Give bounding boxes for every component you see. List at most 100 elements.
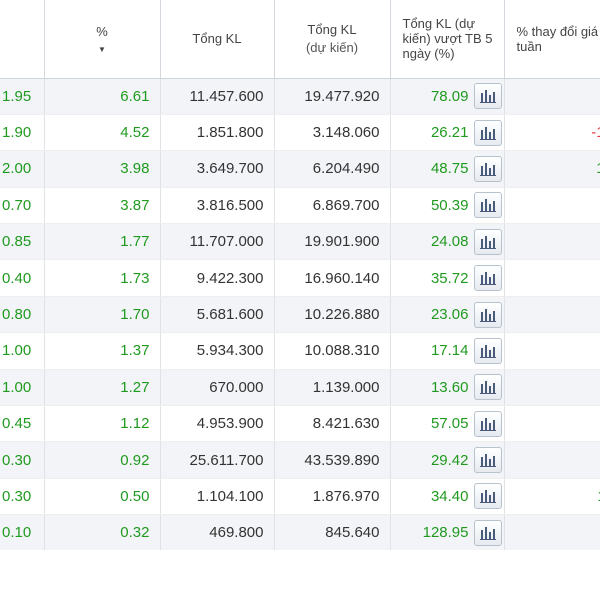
vs-avg-value: 29.42 (430, 451, 469, 469)
header-week-change[interactable]: % thay đổi giá 1 tuần (504, 0, 600, 79)
volume-cell: 11.457.600 (160, 78, 275, 115)
est-volume-cell: 19.901.900 (274, 223, 391, 261)
table-row[interactable]: 0.100.32469.800845.640 128.95 1.6 (0, 514, 600, 550)
est-volume-cell: 10.088.310 (274, 332, 391, 370)
vs-avg-cell: 57.05 (390, 405, 505, 443)
volume-cell: 1.851.800 (160, 114, 275, 152)
price-cell: 0.85 (0, 223, 45, 261)
header-est-volume[interactable]: Tổng KL (dự kiến) (274, 0, 391, 79)
vs-avg-cell: 24.08 (390, 223, 505, 261)
bar-chart-icon[interactable] (473, 301, 502, 328)
week-change-cell: -7.2 (504, 223, 600, 261)
est-volume-cell: 19.477.920 (274, 78, 391, 115)
price-cell: 2.00 (0, 150, 45, 188)
bar-chart-icon[interactable] (473, 228, 502, 255)
bar-chart-icon[interactable] (473, 410, 502, 437)
bar-chart-icon[interactable] (473, 155, 502, 182)
header-est-volume-label: Tổng KL (307, 21, 357, 37)
price-cell: 0.40 (0, 259, 45, 297)
table-row[interactable]: 0.300.501.104.1001.876.970 34.40 11.7 (0, 478, 600, 516)
volume-cell: 4.953.900 (160, 405, 275, 443)
price-cell: 0.30 (0, 441, 45, 479)
week-change-cell: -1.6 (504, 259, 600, 297)
header-pct[interactable]: % ▼ (44, 0, 161, 79)
stock-table: % ▼ Tổng KL Tổng KL (dự kiến) Tổng KL (d… (0, 0, 600, 550)
vs-avg-cell: 48.75 (390, 150, 505, 188)
week-change-cell: 5.0 (504, 187, 600, 225)
price-cell: 0.70 (0, 187, 45, 225)
header-vs-avg[interactable]: Tổng KL (dự kiến) vượt TB 5 ngày (%) (390, 0, 505, 79)
blank-area (0, 550, 600, 600)
bar-chart-icon[interactable] (473, 337, 502, 364)
price-cell: 1.00 (0, 332, 45, 370)
vs-avg-cell: 23.06 (390, 296, 505, 334)
table-row[interactable]: 1.956.6111.457.60019.477.920 78.09 1.2 (0, 78, 600, 115)
table-row[interactable]: 1.904.521.851.8003.148.060 26.21 -12.0 (0, 114, 600, 152)
vs-avg-cell: 26.21 (390, 114, 505, 152)
bar-chart-icon[interactable] (473, 483, 502, 510)
table-row[interactable]: 0.801.705.681.60010.226.880 23.06 -8.2 (0, 296, 600, 334)
header-volume-label: Tổng KL (192, 31, 242, 47)
volume-cell: 5.681.600 (160, 296, 275, 334)
vs-avg-value: 57.05 (430, 415, 469, 433)
price-cell: 1.95 (0, 78, 45, 115)
pct-change-cell: 1.73 (44, 259, 161, 297)
bar-chart-icon[interactable] (473, 519, 502, 546)
vs-avg-value: 35.72 (430, 269, 469, 287)
vs-avg-cell: 128.95 (390, 514, 505, 550)
vs-avg-value: 23.06 (430, 306, 469, 324)
pct-change-cell: 0.32 (44, 514, 161, 550)
table-row[interactable]: 1.001.375.934.30010.088.310 17.14 -9.8 (0, 332, 600, 370)
pct-change-cell: 3.87 (44, 187, 161, 225)
table-row[interactable]: 0.300.9225.611.70043.539.890 29.42 0.6 (0, 441, 600, 479)
header-pct-label: % (96, 23, 108, 39)
header-est-volume-sub: (dự kiến) (305, 39, 359, 55)
header-week-change-label: % thay đổi giá 1 tuần (516, 23, 600, 54)
volume-cell: 5.934.300 (160, 332, 275, 370)
vs-avg-value: 128.95 (422, 524, 469, 542)
week-change-cell: -9.8 (504, 332, 600, 370)
volume-cell: 469.800 (160, 514, 275, 550)
bar-chart-icon[interactable] (473, 447, 502, 474)
volume-cell: 3.649.700 (160, 150, 275, 188)
price-cell: 0.10 (0, 514, 45, 550)
week-change-cell: 11.7 (504, 478, 600, 516)
table-row[interactable]: 0.703.873.816.5006.869.700 50.39 5.0 (0, 187, 600, 225)
pct-change-cell: 1.77 (44, 223, 161, 261)
est-volume-cell: 845.640 (274, 514, 391, 550)
pct-change-cell: 1.27 (44, 369, 161, 407)
week-change-cell: 0.6 (504, 441, 600, 479)
table-row[interactable]: 2.003.983.649.7006.204.490 48.75 12.5 (0, 150, 600, 188)
est-volume-cell: 16.960.140 (274, 259, 391, 297)
vs-avg-value: 26.21 (430, 124, 469, 142)
header-volume[interactable]: Tổng KL (160, 0, 275, 79)
est-volume-cell: 6.204.490 (274, 150, 391, 188)
table-row[interactable]: 0.401.739.422.30016.960.140 35.72 -1.6 (0, 259, 600, 297)
price-cell: 1.00 (0, 369, 45, 407)
week-change-cell: 1.6 (504, 514, 600, 550)
volume-cell: 9.422.300 (160, 259, 275, 297)
bar-chart-icon[interactable] (473, 119, 502, 146)
week-change-cell: 1.2 (504, 78, 600, 115)
table-row[interactable]: 1.001.27670.0001.139.000 13.60 8.9 (0, 369, 600, 407)
stock-table-container[interactable]: % ▼ Tổng KL Tổng KL (dự kiến) Tổng KL (d… (0, 0, 600, 550)
bar-chart-icon[interactable] (473, 374, 502, 401)
week-change-cell: -12.0 (504, 114, 600, 152)
vs-avg-value: 78.09 (430, 87, 469, 105)
pct-change-cell: 1.12 (44, 405, 161, 443)
table-row[interactable]: 0.451.124.953.9008.421.630 57.05 -3.2 (0, 405, 600, 443)
table-row[interactable]: 0.851.7711.707.00019.901.900 24.08 -7.2 (0, 223, 600, 261)
vs-avg-value: 50.39 (430, 196, 469, 214)
pct-change-cell: 6.61 (44, 78, 161, 115)
bar-chart-icon[interactable] (473, 83, 502, 110)
sort-down-icon[interactable]: ▼ (51, 45, 154, 54)
est-volume-cell: 3.148.060 (274, 114, 391, 152)
est-volume-cell: 1.876.970 (274, 478, 391, 516)
vs-avg-value: 13.60 (430, 378, 469, 396)
header-vs-avg-label: Tổng KL (dự kiến) vượt TB 5 ngày (%) (402, 16, 493, 62)
volume-cell: 3.816.500 (160, 187, 275, 225)
bar-chart-icon[interactable] (473, 265, 502, 292)
header-price (0, 0, 45, 79)
bar-chart-icon[interactable] (473, 192, 502, 219)
volume-cell: 25.611.700 (160, 441, 275, 479)
